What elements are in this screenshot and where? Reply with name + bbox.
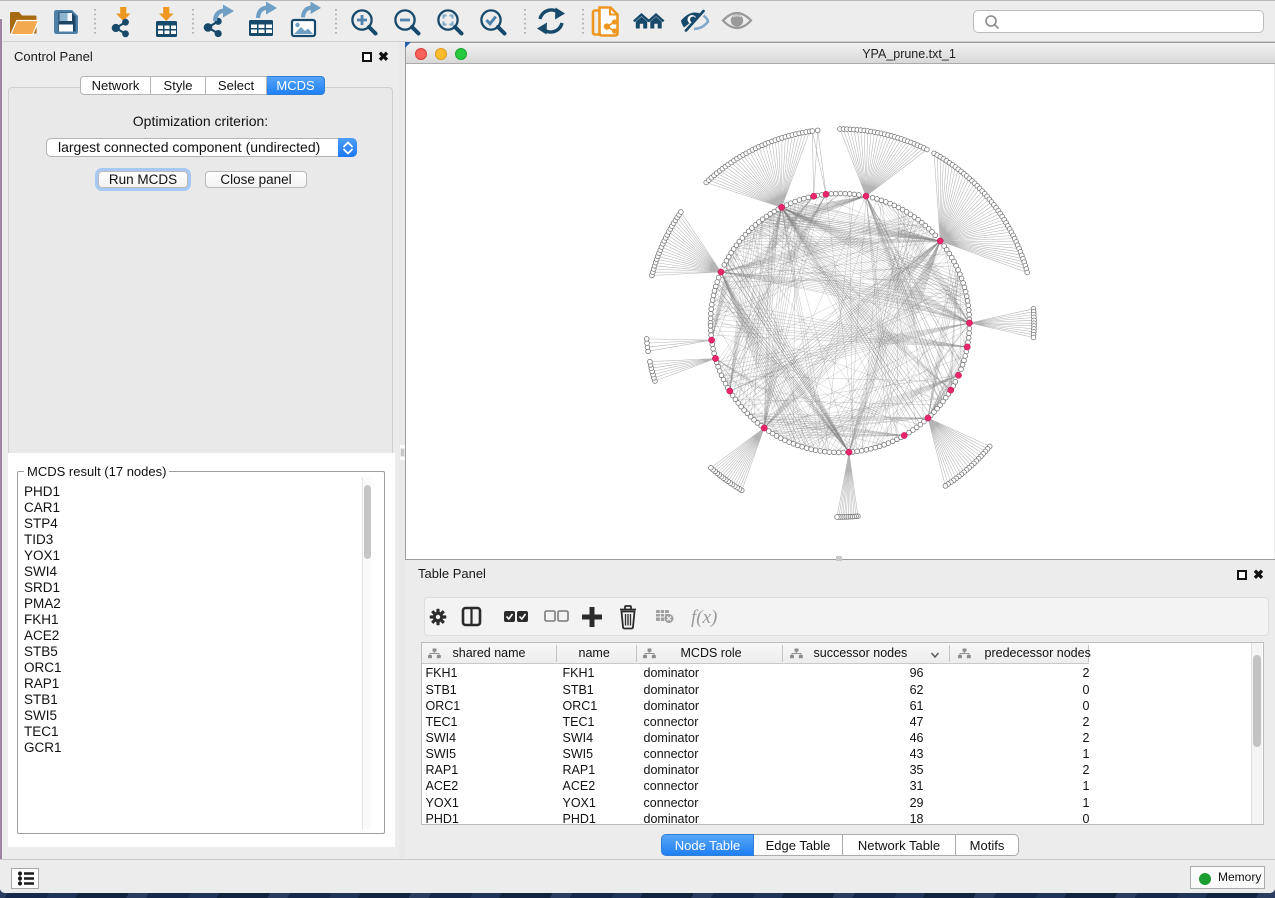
svg-text:f(x): f(x) <box>691 607 717 628</box>
